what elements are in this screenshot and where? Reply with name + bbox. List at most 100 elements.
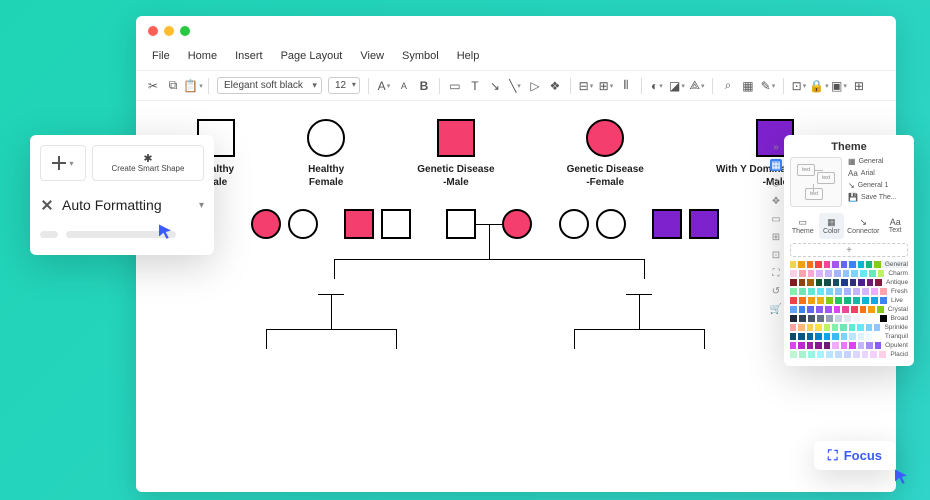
- theme-preview[interactable]: text text text: [790, 157, 842, 207]
- theme-title: Theme: [790, 141, 908, 153]
- crop-icon[interactable]: ⟁: [690, 79, 704, 93]
- sparkle-button[interactable]: [40, 145, 86, 181]
- bold-icon[interactable]: B: [417, 79, 431, 93]
- color-palettes: General Charm Antique Fresh Live Crystal Broad…: [790, 261, 908, 358]
- shadow-icon[interactable]: ◪: [670, 79, 684, 93]
- create-smart-shape-button[interactable]: ✱Create Smart Shape: [92, 145, 204, 181]
- legend: Healthy Male Healthy Female Genetic Dise…: [166, 119, 866, 189]
- theme-general[interactable]: ▦General: [848, 157, 908, 166]
- right-sidebar-icons: » ▦ ⬡ ❖ ▭ ⊞ ⊡ ⛶ ↺ 🛒: [768, 135, 784, 315]
- grid-icon[interactable]: ▦: [741, 79, 755, 93]
- highlight-icon[interactable]: ✎: [761, 79, 775, 93]
- theme-font[interactable]: AaArial: [848, 169, 908, 178]
- menu-home[interactable]: Home: [188, 50, 217, 62]
- tab-connector[interactable]: ↘Connector: [847, 213, 879, 239]
- theme-panel: » ▦ ⬡ ❖ ▭ ⊞ ⊡ ⛶ ↺ 🛒 Theme text text text…: [784, 135, 914, 366]
- tab-text[interactable]: AaText: [882, 213, 908, 239]
- table-icon[interactable]: ⊞: [770, 231, 782, 243]
- font-decrease-icon[interactable]: A: [397, 79, 411, 93]
- menu-pagelayout[interactable]: Page Layout: [281, 50, 343, 62]
- palette-sprinkle[interactable]: Sprinkle: [790, 324, 908, 331]
- grid-tool-icon[interactable]: ▦: [770, 159, 782, 171]
- palette-opulent[interactable]: Opulent: [790, 342, 908, 349]
- group-icon[interactable]: ⊡: [792, 79, 806, 93]
- layers-icon[interactable]: ❖: [548, 79, 562, 93]
- palette-general[interactable]: General: [790, 261, 908, 268]
- menu-insert[interactable]: Insert: [235, 50, 263, 62]
- page-icon[interactable]: ▭: [770, 213, 782, 225]
- theme-side-list: ▦General AaArial ↘General 1 💾Save The...: [848, 157, 908, 207]
- g2r-female[interactable]: [596, 209, 626, 239]
- text-icon[interactable]: T: [468, 79, 482, 93]
- focus-icon: ⛶: [828, 447, 838, 464]
- lock-icon[interactable]: 🔒: [812, 79, 826, 93]
- line-icon[interactable]: ╲: [508, 79, 522, 93]
- g3-4[interactable]: [689, 209, 719, 239]
- layers-tool-icon[interactable]: ❖: [770, 195, 782, 207]
- close-dot[interactable]: [148, 26, 158, 36]
- palette-placid[interactable]: Placid: [790, 351, 908, 358]
- distribute-icon[interactable]: ⫴: [619, 79, 633, 93]
- add-palette-button[interactable]: +: [790, 243, 908, 257]
- palette-antique[interactable]: Antique: [790, 279, 908, 286]
- menu-view[interactable]: View: [360, 50, 384, 62]
- menubar: File Home Insert Page Layout View Symbol…: [136, 46, 896, 71]
- ruler-icon[interactable]: ⊡: [770, 249, 782, 261]
- g3-1[interactable]: [251, 209, 281, 239]
- palette-broad[interactable]: Broad: [790, 315, 908, 322]
- auto-formatting-button[interactable]: Auto Formatting: [40, 191, 204, 219]
- toolbar: ✂ ⧉ 📋 Elegant soft black 12 A A B ▭ T ↘ …: [136, 71, 896, 101]
- g1-female[interactable]: [502, 209, 532, 239]
- theme-tabs: ▭Theme ▦Color ↘Connector AaText: [790, 213, 908, 239]
- history-icon[interactable]: ↺: [770, 285, 782, 297]
- rect-icon[interactable]: ▭: [448, 79, 462, 93]
- cart-icon[interactable]: 🛒: [770, 303, 782, 315]
- collapse-icon[interactable]: »: [770, 141, 782, 153]
- align-h-icon[interactable]: ⊟: [579, 79, 593, 93]
- g2r-male[interactable]: [652, 209, 682, 239]
- auto-formatting-panel: ✱Create Smart Shape Auto Formatting: [30, 135, 214, 255]
- g3-2[interactable]: [381, 209, 411, 239]
- maximize-icon[interactable]: ⛶: [770, 267, 782, 279]
- tab-theme[interactable]: ▭Theme: [790, 213, 816, 239]
- palette-charm[interactable]: Charm: [790, 270, 908, 277]
- legend-disease-female: Genetic Disease -Female: [567, 119, 644, 189]
- paste-icon[interactable]: 📋: [186, 79, 200, 93]
- font-size[interactable]: 12: [328, 77, 360, 94]
- legend-healthy-female: Healthy Female: [307, 119, 345, 189]
- font-increase-icon[interactable]: A: [377, 79, 391, 93]
- palette-fresh[interactable]: Fresh: [790, 288, 908, 295]
- pedigree-tree: [166, 209, 866, 439]
- menu-help[interactable]: Help: [457, 50, 480, 62]
- more-icon[interactable]: ⊞: [852, 79, 866, 93]
- theme-save[interactable]: 💾Save The...: [848, 193, 908, 202]
- window-controls: [136, 16, 896, 46]
- g2l-female[interactable]: [288, 209, 318, 239]
- theme-general1[interactable]: ↘General 1: [848, 181, 908, 190]
- menu-symbol[interactable]: Symbol: [402, 50, 439, 62]
- pointer-icon[interactable]: ▷: [528, 79, 542, 93]
- arrange-icon[interactable]: ▣: [832, 79, 846, 93]
- tab-color[interactable]: ▦Color: [819, 213, 845, 239]
- g1-male[interactable]: [446, 209, 476, 239]
- min-dot[interactable]: [164, 26, 174, 36]
- max-dot[interactable]: [180, 26, 190, 36]
- fill-icon[interactable]: ◐: [650, 79, 664, 93]
- palette-live[interactable]: Live: [790, 297, 908, 304]
- align-v-icon[interactable]: ⊞: [599, 79, 613, 93]
- palette-tranquil[interactable]: Tranquil: [790, 333, 908, 340]
- g3-3[interactable]: [559, 209, 589, 239]
- cursor-icon: [892, 468, 910, 486]
- focus-button[interactable]: ⛶ Focus: [814, 441, 896, 470]
- font-select[interactable]: Elegant soft black: [217, 77, 322, 94]
- legend-disease-male: Genetic Disease -Male: [417, 119, 494, 189]
- menu-file[interactable]: File: [152, 50, 170, 62]
- cursor-icon: [156, 223, 174, 241]
- copy-icon[interactable]: ⧉: [166, 79, 180, 93]
- palette-crystal[interactable]: Crystal: [790, 306, 908, 313]
- g2l-male[interactable]: [344, 209, 374, 239]
- cut-icon[interactable]: ✂: [146, 79, 160, 93]
- connector-icon[interactable]: ↘: [488, 79, 502, 93]
- search-icon[interactable]: ⌕: [721, 79, 735, 93]
- hex-icon[interactable]: ⬡: [770, 177, 782, 189]
